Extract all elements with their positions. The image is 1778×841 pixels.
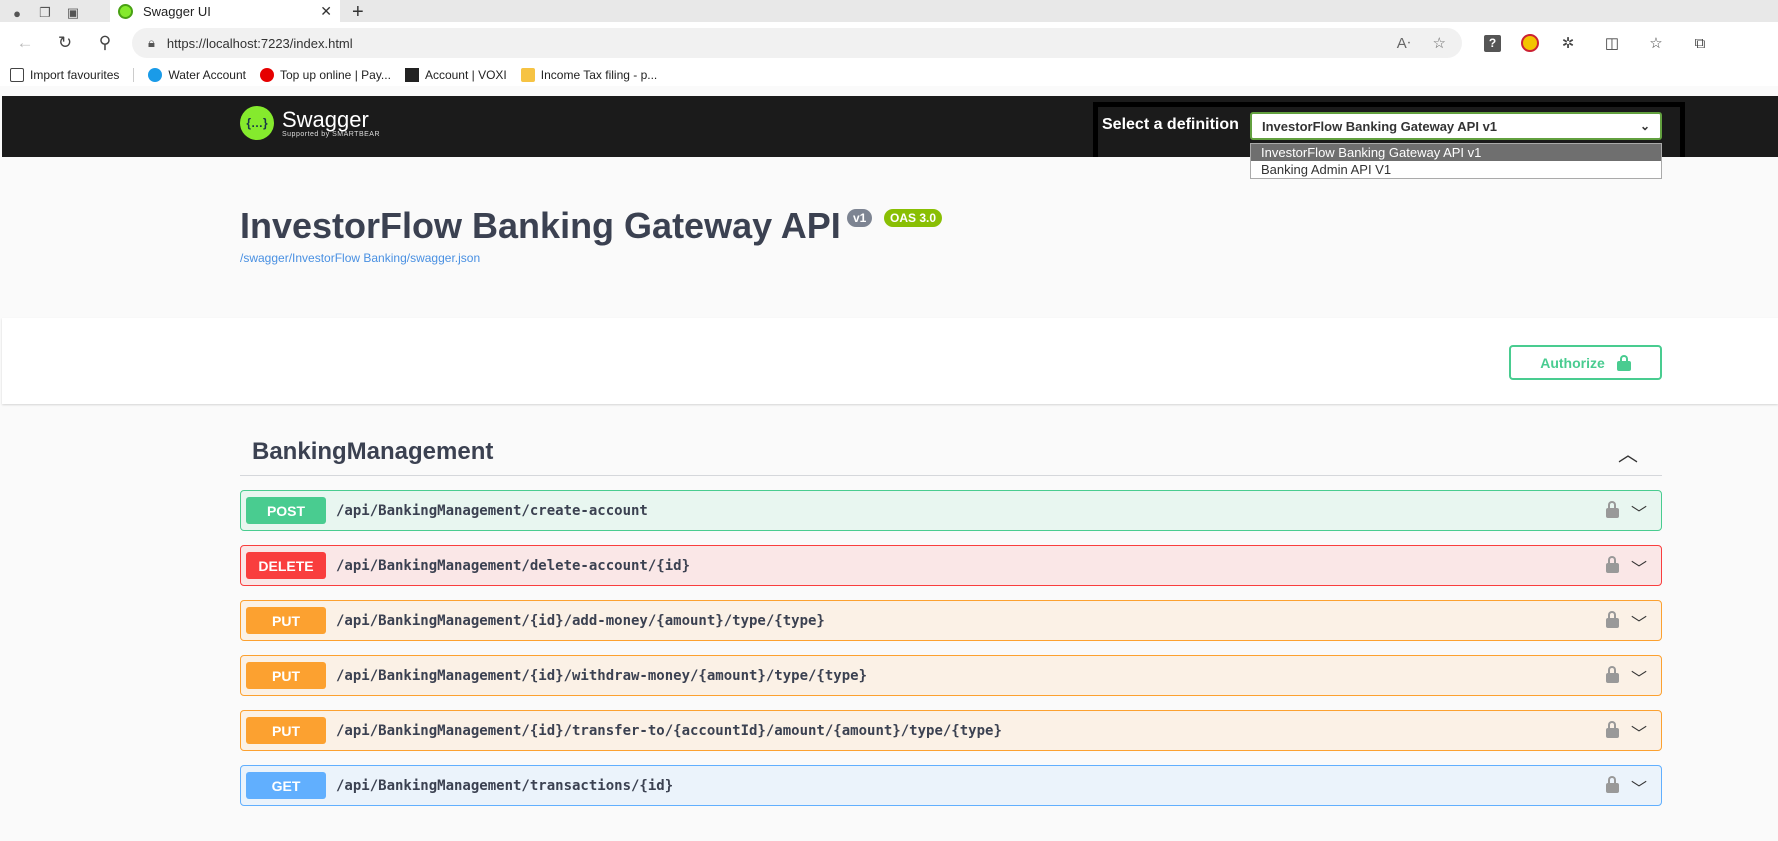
lock-icon[interactable] bbox=[1606, 555, 1619, 573]
bookmark-label: Water Account bbox=[168, 68, 246, 82]
browser-tab-swagger[interactable]: Swagger UI ✕ bbox=[110, 0, 340, 22]
operation-row[interactable]: DELETE /api/BankingManagement/delete-acc… bbox=[240, 545, 1662, 586]
favorites-icon[interactable]: ☆ bbox=[1641, 28, 1671, 58]
operation-row[interactable]: PUT /api/BankingManagement/{id}/transfer… bbox=[240, 710, 1662, 751]
browser-tab-bar: ● ❐ ▣ Swagger UI ✕ + bbox=[0, 0, 1778, 22]
vodafone-icon bbox=[259, 68, 274, 82]
read-aloud-icon[interactable]: Aᐧ bbox=[1397, 34, 1411, 52]
chevron-down-icon[interactable]: ﹀ bbox=[1631, 555, 1647, 579]
refresh-icon[interactable]: ↻ bbox=[48, 28, 82, 58]
method-badge: POST bbox=[246, 497, 326, 524]
method-badge: PUT bbox=[246, 662, 326, 689]
operation-row[interactable]: PUT /api/BankingManagement/{id}/add-mone… bbox=[240, 600, 1662, 641]
url-bar[interactable]: 🔒︎ https://localhost:7223/index.html Aᐧ … bbox=[132, 28, 1462, 58]
logo-subtext: Supported by SMARTBEAR bbox=[282, 130, 381, 138]
operation-row[interactable]: GET /api/BankingManagement/transactions/… bbox=[240, 765, 1662, 806]
new-tab-button[interactable]: + bbox=[352, 2, 364, 22]
swagger-favicon-icon bbox=[118, 3, 133, 19]
operation-path: /api/BankingManagement/{id}/withdraw-mon… bbox=[336, 667, 868, 684]
tag-title: BankingManagement bbox=[252, 438, 494, 465]
authorize-label: Authorize bbox=[1540, 354, 1605, 371]
method-badge: GET bbox=[246, 772, 326, 799]
bookmark-label: Income Tax filing - p... bbox=[540, 68, 658, 82]
tab-actions-icon[interactable]: ▣ bbox=[62, 4, 84, 22]
definition-select[interactable]: InvestorFlow Banking Gateway API v1 ⌄ bbox=[1250, 112, 1662, 140]
operation-path: /api/BankingManagement/{id}/transfer-to/… bbox=[336, 722, 1002, 739]
bookmark-water-account[interactable]: Water Account bbox=[148, 68, 246, 82]
operation-path: /api/BankingManagement/transactions/{id} bbox=[336, 777, 674, 794]
chevron-down-icon[interactable]: ﹀ bbox=[1631, 500, 1647, 524]
operation-path: /api/BankingManagement/delete-account/{i… bbox=[336, 557, 691, 574]
extensions-puzzle-icon[interactable]: ✲ bbox=[1553, 28, 1583, 58]
spec-link[interactable]: /swagger/InvestorFlow Banking/swagger.js… bbox=[240, 251, 480, 265]
definition-dropdown: InvestorFlow Banking Gateway API v1 Bank… bbox=[1250, 143, 1662, 179]
method-badge: DELETE bbox=[246, 552, 326, 579]
operation-row[interactable]: POST /api/BankingManagement/create-accou… bbox=[240, 490, 1662, 531]
bookmark-separator bbox=[133, 68, 135, 82]
scheme-container: Authorize bbox=[2, 318, 1778, 404]
api-title: InvestorFlow Banking Gateway API bbox=[240, 205, 841, 246]
definition-selected-value: InvestorFlow Banking Gateway API v1 bbox=[1262, 118, 1498, 134]
swagger-page: {…} Swagger Supported by SMARTBEAR Selec… bbox=[2, 96, 1778, 841]
favorite-star-icon[interactable]: ☆ bbox=[1433, 34, 1446, 52]
swagger-logo-icon: {…} bbox=[240, 106, 274, 140]
authorize-button[interactable]: Authorize bbox=[1509, 345, 1662, 380]
bookmark-top-up[interactable]: Top up online | Pay... bbox=[259, 68, 391, 82]
version-badge: v1 bbox=[847, 209, 873, 227]
lock-icon[interactable] bbox=[1606, 775, 1619, 793]
method-badge: PUT bbox=[246, 717, 326, 744]
logo-text: Swagger bbox=[282, 106, 369, 132]
bookmark-voxi[interactable]: Account | VOXI bbox=[404, 68, 507, 82]
operation-path: /api/BankingManagement/{id}/add-money/{a… bbox=[336, 612, 825, 629]
extension-icon[interactable] bbox=[1521, 34, 1539, 52]
bookmark-label: Account | VOXI bbox=[424, 68, 507, 82]
import-icon bbox=[10, 68, 24, 82]
profile-icon[interactable]: ● bbox=[6, 4, 28, 22]
chevron-down-icon: ⌄ bbox=[1639, 119, 1650, 133]
bookmark-folder-income-tax[interactable]: Income Tax filing - p... bbox=[520, 68, 658, 82]
bookmark-label: Top up online | Pay... bbox=[279, 68, 391, 82]
lock-icon[interactable] bbox=[1606, 610, 1619, 628]
voxi-icon bbox=[404, 68, 419, 82]
water-drop-icon bbox=[148, 68, 163, 82]
collections-icon[interactable]: ❐ bbox=[34, 4, 56, 22]
split-screen-icon[interactable]: ◫ bbox=[1597, 28, 1627, 58]
back-arrow-icon[interactable]: ← bbox=[8, 28, 42, 58]
help-extension-icon[interactable]: ? bbox=[1484, 34, 1501, 52]
oas-badge: OAS 3.0 bbox=[884, 209, 943, 227]
swagger-logo[interactable]: {…} Swagger Supported by SMARTBEAR bbox=[240, 106, 380, 140]
browser-tab-title: Swagger UI bbox=[143, 3, 211, 19]
method-badge: PUT bbox=[246, 607, 326, 634]
definition-option[interactable]: InvestorFlow Banking Gateway API v1 bbox=[1251, 144, 1661, 161]
definition-label: Select a definition bbox=[1102, 116, 1239, 133]
chevron-down-icon[interactable]: ﹀ bbox=[1631, 775, 1647, 799]
address-toolbar: ← ↻ ⚲ 🔒︎ https://localhost:7223/index.ht… bbox=[0, 22, 1778, 64]
lock-icon[interactable]: 🔒︎ bbox=[148, 35, 155, 51]
operation-path: /api/BankingManagement/create-account bbox=[336, 502, 648, 519]
tag-section: BankingManagement ︿ POST /api/BankingMan… bbox=[240, 429, 1662, 806]
lock-icon[interactable] bbox=[1606, 720, 1619, 738]
collections-icon[interactable]: ⧉ bbox=[1685, 28, 1715, 58]
chevron-down-icon[interactable]: ﹀ bbox=[1631, 610, 1647, 634]
lock-icon[interactable] bbox=[1606, 665, 1619, 683]
chevron-up-icon[interactable]: ︿ bbox=[1618, 438, 1638, 467]
chevron-down-icon[interactable]: ﹀ bbox=[1631, 720, 1647, 744]
url-text[interactable]: https://localhost:7223/index.html bbox=[167, 36, 1375, 51]
lock-icon[interactable] bbox=[1606, 500, 1619, 518]
bookmark-import-favourites[interactable]: Import favourites bbox=[10, 68, 119, 82]
tag-header[interactable]: BankingManagement ︿ bbox=[240, 429, 1662, 476]
swagger-topbar: {…} Swagger Supported by SMARTBEAR Selec… bbox=[2, 96, 1778, 194]
bookmarks-bar: Import favourites Water Account Top up o… bbox=[0, 64, 1778, 86]
chevron-down-icon[interactable]: ﹀ bbox=[1631, 665, 1647, 689]
close-tab-icon[interactable]: ✕ bbox=[320, 3, 332, 20]
operation-row[interactable]: PUT /api/BankingManagement/{id}/withdraw… bbox=[240, 655, 1662, 696]
unlock-icon bbox=[1616, 354, 1631, 371]
folder-icon bbox=[520, 68, 535, 82]
search-icon[interactable]: ⚲ bbox=[88, 28, 122, 58]
bookmark-label: Import favourites bbox=[30, 68, 120, 82]
definition-option[interactable]: Banking Admin API V1 bbox=[1251, 161, 1661, 178]
